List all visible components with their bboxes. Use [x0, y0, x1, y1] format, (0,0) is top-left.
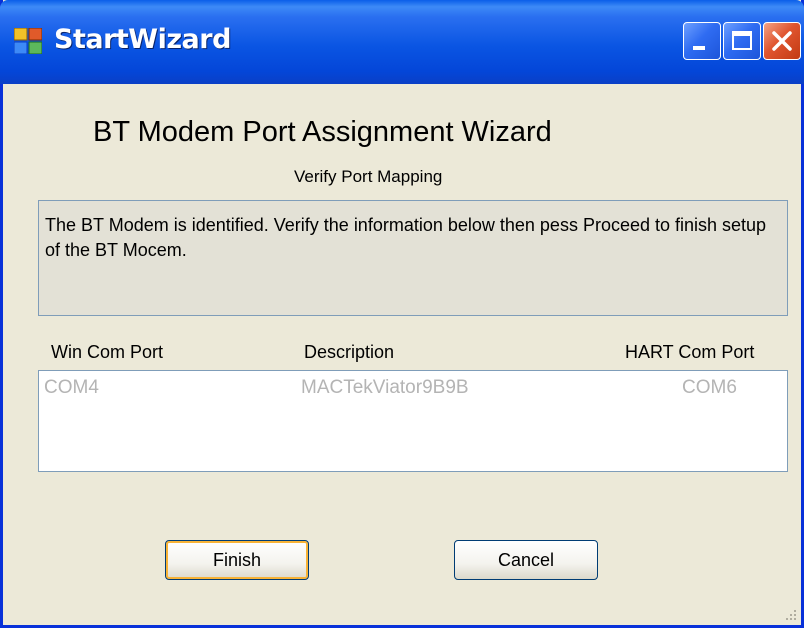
- column-header-win-com-port: Win Com Port: [51, 342, 164, 362]
- port-mapping-list[interactable]: COM4 MACTekViator9B9B COM6: [38, 370, 788, 472]
- cell-win-com-port: COM4: [44, 377, 99, 398]
- close-button[interactable]: [763, 22, 801, 60]
- minimize-button[interactable]: [683, 22, 721, 60]
- app-icon[interactable]: [13, 27, 43, 55]
- start-wizard-window: StartWizard BT Modem Port Assignment Wiz…: [0, 0, 804, 628]
- close-icon: [772, 31, 792, 51]
- info-message-box: The BT Modem is identified. Verify the i…: [38, 200, 788, 316]
- minimize-icon: [693, 46, 705, 50]
- resize-grip-icon[interactable]: [785, 609, 797, 621]
- column-header-hart-com-port: HART Com Port: [625, 342, 755, 362]
- maximize-button[interactable]: [723, 22, 761, 60]
- cell-description: MACTekViator9B9B: [301, 377, 469, 398]
- window-title: StartWizard: [54, 24, 231, 55]
- info-message-text: The BT Modem is identified. Verify the i…: [45, 215, 767, 260]
- wizard-subheading: Verify Port Mapping: [294, 167, 443, 186]
- wizard-heading: BT Modem Port Assignment Wizard: [93, 116, 552, 148]
- cancel-button[interactable]: Cancel: [454, 540, 598, 580]
- finish-button[interactable]: Finish: [165, 540, 309, 580]
- title-bar[interactable]: StartWizard: [0, 0, 804, 84]
- maximize-icon: [732, 31, 752, 50]
- column-header-description: Description: [304, 342, 395, 362]
- cell-hart-com-port: COM6: [682, 377, 737, 398]
